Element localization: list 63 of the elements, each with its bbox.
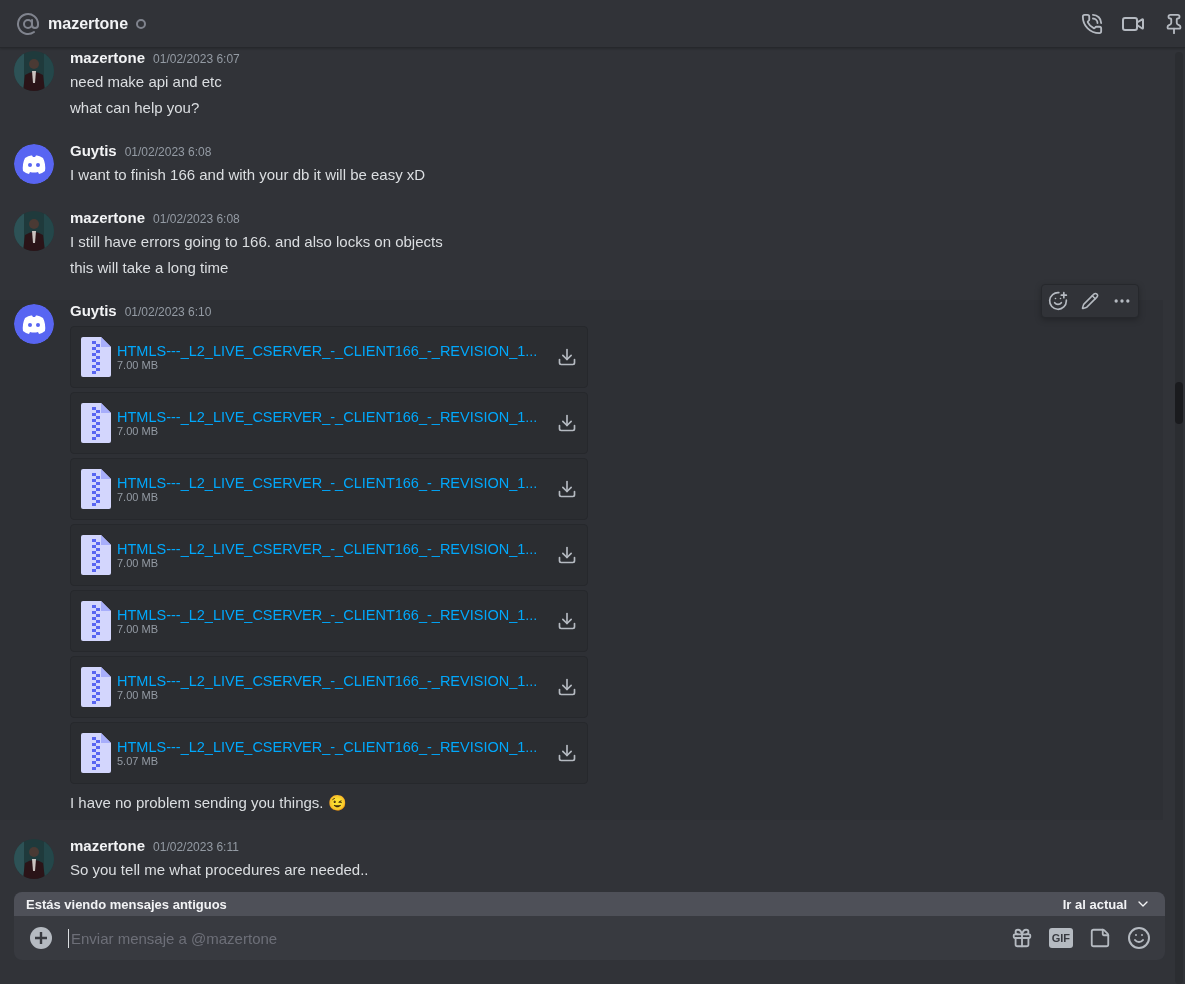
file-size: 7.00 MB [117,623,159,635]
message-text: I still have errors going to 166. and also locks on objects [70,232,443,252]
at-sign-icon [16,11,40,36]
download-button[interactable] [557,611,577,631]
message-timestamp: 01/02/2023 6:08 [124,145,212,159]
download-button[interactable] [557,743,577,763]
add-attachment-button[interactable] [30,927,52,949]
message-text: I have no problem sending you things. 😉 [70,793,348,813]
message-text: So you tell me what procedures are needed.. [70,860,369,880]
scrollbar-track[interactable] [1175,52,1183,984]
file-size: 7.00 MB [117,557,159,569]
file-name-link[interactable]: HTMLS---_L2_LIVE_CSERVER_-_CLIENT166_-_REVISION_1... [117,739,549,755]
zip-file-icon [81,601,111,641]
gif-button[interactable]: GIF [1048,928,1073,948]
message-author[interactable]: mazertone [70,837,146,854]
message-input[interactable]: Enviar mensaje a @mazertone [68,928,1011,948]
message-text: what can help you? [70,98,201,118]
message-author[interactable]: mazertone [70,209,146,226]
file-name-link[interactable]: HTMLS---_L2_LIVE_CSERVER_-_CLIENT166_-_REVISION_1... [117,607,549,623]
message-timestamp: 01/02/2023 6:08 [153,212,240,226]
zip-file-icon [81,337,111,377]
zip-file-icon [81,469,111,509]
call-icon[interactable] [1081,12,1103,35]
message-author[interactable]: mazertone [70,49,146,66]
download-button[interactable] [557,677,577,697]
sticker-button[interactable] [1089,927,1111,949]
file-size: 7.00 MB [117,359,159,371]
file-name-link[interactable]: HTMLS---_L2_LIVE_CSERVER_-_CLIENT166_-_REVISION_1... [117,343,549,359]
download-button[interactable] [557,347,577,367]
message-field[interactable]: Enviar mensaje a @mazertone GIF [14,916,1165,960]
default-avatar [14,144,54,184]
zip-file-icon [81,733,111,773]
message-author[interactable]: Guytis [70,142,117,159]
download-button[interactable] [557,545,577,565]
zip-file-icon [81,535,111,575]
message-timestamp: 01/02/2023 6:10 [124,305,212,319]
message-text: this will take a long time [70,258,230,278]
file-size: 7.00 MB [117,491,159,503]
file-size: 7.00 MB [117,425,159,437]
gift-button[interactable] [1010,927,1033,949]
file-name-link[interactable]: HTMLS---_L2_LIVE_CSERVER_-_CLIENT166_-_REVISION_1... [117,475,549,491]
file-size: 5.07 MB [117,755,159,767]
download-button[interactable] [557,413,577,433]
scrollbar-thumb[interactable] [1175,382,1183,424]
message-timestamp: 01/02/2023 6:11 [153,840,239,854]
default-avatar [14,304,54,344]
file-name-link[interactable]: HTMLS---_L2_LIVE_CSERVER_-_CLIENT166_-_REVISION_1... [117,541,549,557]
file-size: 7.00 MB [117,689,159,701]
download-button[interactable] [557,479,577,499]
message-author[interactable]: Guytis [70,302,117,319]
plus-icon[interactable] [35,932,47,944]
emoji-button[interactable] [1127,926,1151,950]
message-text: need make api and etc [70,72,223,92]
banner-text: Estás viendo mensajes antiguos [26,896,227,912]
message-timestamp: 01/02/2023 6:07 [153,52,240,66]
channel-title: mazertone [48,14,129,33]
file-name-link[interactable]: HTMLS---_L2_LIVE_CSERVER_-_CLIENT166_-_REVISION_1... [117,409,549,425]
message-text: I want to finish 166 and with your db it will be easy xD [70,165,426,185]
file-name-link[interactable]: HTMLS---_L2_LIVE_CSERVER_-_CLIENT166_-_REVISION_1... [117,673,549,689]
zip-file-icon [81,667,111,707]
jump-to-present-button[interactable]: Ir al actual [1062,896,1151,912]
pencil-icon[interactable] [1081,292,1099,310]
zip-file-icon [81,403,111,443]
